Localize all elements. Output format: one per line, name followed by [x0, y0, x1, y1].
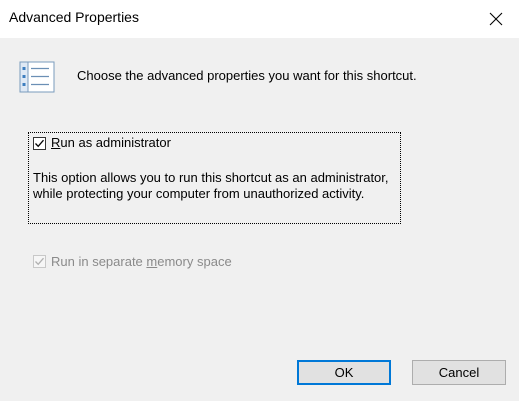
separate-memory-label: Run in separate memory space — [51, 254, 232, 269]
title-bar: Advanced Properties — [0, 0, 519, 38]
separate-memory-checkbox — [33, 255, 46, 268]
accelerator-key: m — [146, 254, 158, 269]
dialog-body: Choose the advanced properties you want … — [0, 38, 519, 401]
checkmark-icon — [35, 257, 44, 266]
advanced-properties-dialog: Advanced Properties Choose the advanced … — [0, 0, 519, 401]
header-instruction: Choose the advanced properties you want … — [77, 68, 417, 83]
run-as-admin-checkbox[interactable] — [33, 137, 46, 150]
checkmark-icon — [35, 139, 44, 148]
accelerator-key: R — [51, 135, 61, 150]
label-text: Run in separate — [51, 254, 147, 269]
label-text: un as administrator — [60, 135, 171, 150]
run-as-admin-focus-box[interactable]: Run as administrator This option allows … — [28, 132, 401, 224]
label-text: emory space — [157, 254, 232, 269]
run-as-admin-description: This option allows you to run this short… — [33, 170, 389, 201]
cancel-button[interactable]: Cancel — [412, 360, 506, 385]
run-as-admin-label[interactable]: Run as administrator — [51, 135, 171, 150]
window-title: Advanced Properties — [9, 9, 139, 25]
ok-button[interactable]: OK — [297, 360, 391, 385]
close-icon — [489, 12, 503, 26]
properties-list-icon — [19, 61, 55, 93]
close-button[interactable] — [473, 0, 519, 38]
